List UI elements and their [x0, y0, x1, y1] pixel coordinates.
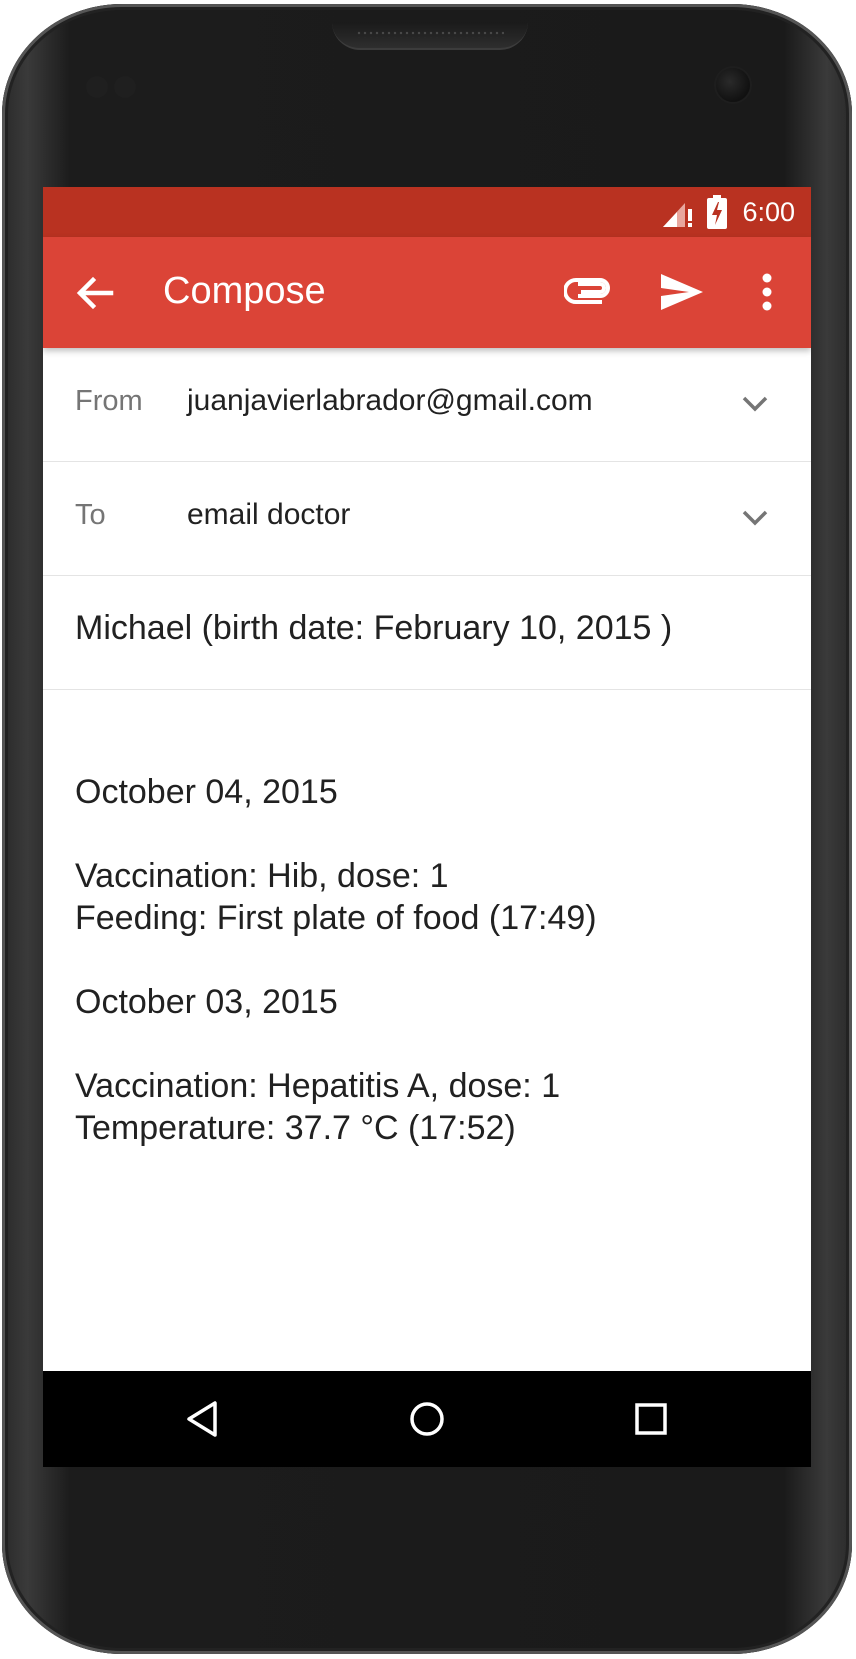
navigation-bar — [43, 1371, 811, 1467]
status-bar: 6:00 — [43, 187, 811, 237]
from-row[interactable]: From juanjavierlabrador@gmail.com — [43, 348, 811, 462]
nav-back-icon[interactable] — [183, 1399, 223, 1439]
proximity-sensor — [86, 76, 108, 98]
speaker-grill — [332, 22, 528, 50]
battery-charging-icon — [707, 195, 727, 229]
body-line: October 04, 2015 — [75, 773, 338, 811]
body-line: Vaccination: Hib, dose: 1 — [75, 857, 449, 895]
arrow-back-icon[interactable] — [73, 271, 117, 315]
chevron-down-icon[interactable] — [741, 509, 769, 527]
more-vert-icon[interactable] — [761, 270, 773, 314]
paperclip-icon[interactable] — [564, 274, 612, 310]
subject-field[interactable]: Michael (birth date: February 10, 2015 ) — [75, 609, 672, 648]
to-field[interactable]: email doctor — [187, 498, 350, 532]
front-camera — [716, 68, 750, 102]
light-sensor — [114, 76, 136, 98]
chevron-down-icon[interactable] — [741, 395, 769, 413]
subject-row[interactable]: Michael (birth date: February 10, 2015 ) — [43, 576, 811, 690]
body-line: October 03, 2015 — [75, 983, 338, 1021]
phone-frame: 6:00 Compose From juanjavierlabrador@gma… — [0, 0, 856, 1659]
signal-icon — [663, 203, 692, 227]
body-line: Vaccination: Hepatitis A, dose: 1 — [75, 1067, 561, 1105]
nav-recents-icon[interactable] — [633, 1401, 669, 1437]
app-bar: Compose — [43, 237, 811, 348]
status-time: 6:00 — [742, 197, 795, 227]
page-title: Compose — [163, 270, 326, 312]
body-line — [75, 813, 597, 855]
to-row[interactable]: To email doctor — [43, 462, 811, 576]
body-line — [75, 939, 597, 981]
body-line: Feeding: First plate of food (17:49) — [75, 899, 597, 937]
from-label: From — [75, 385, 143, 417]
send-icon[interactable] — [659, 270, 705, 314]
speaker-holes — [356, 30, 504, 38]
to-label: To — [75, 499, 106, 531]
body-line — [75, 1023, 597, 1065]
screen: 6:00 Compose From juanjavierlabrador@gma… — [43, 187, 811, 1467]
body-line: Temperature: 37.7 °C (17:52) — [75, 1109, 516, 1147]
from-value[interactable]: juanjavierlabrador@gmail.com — [187, 384, 593, 418]
message-body[interactable]: October 04, 2015 Vaccination: Hib, dose:… — [75, 771, 597, 1149]
nav-home-icon[interactable] — [407, 1399, 447, 1439]
